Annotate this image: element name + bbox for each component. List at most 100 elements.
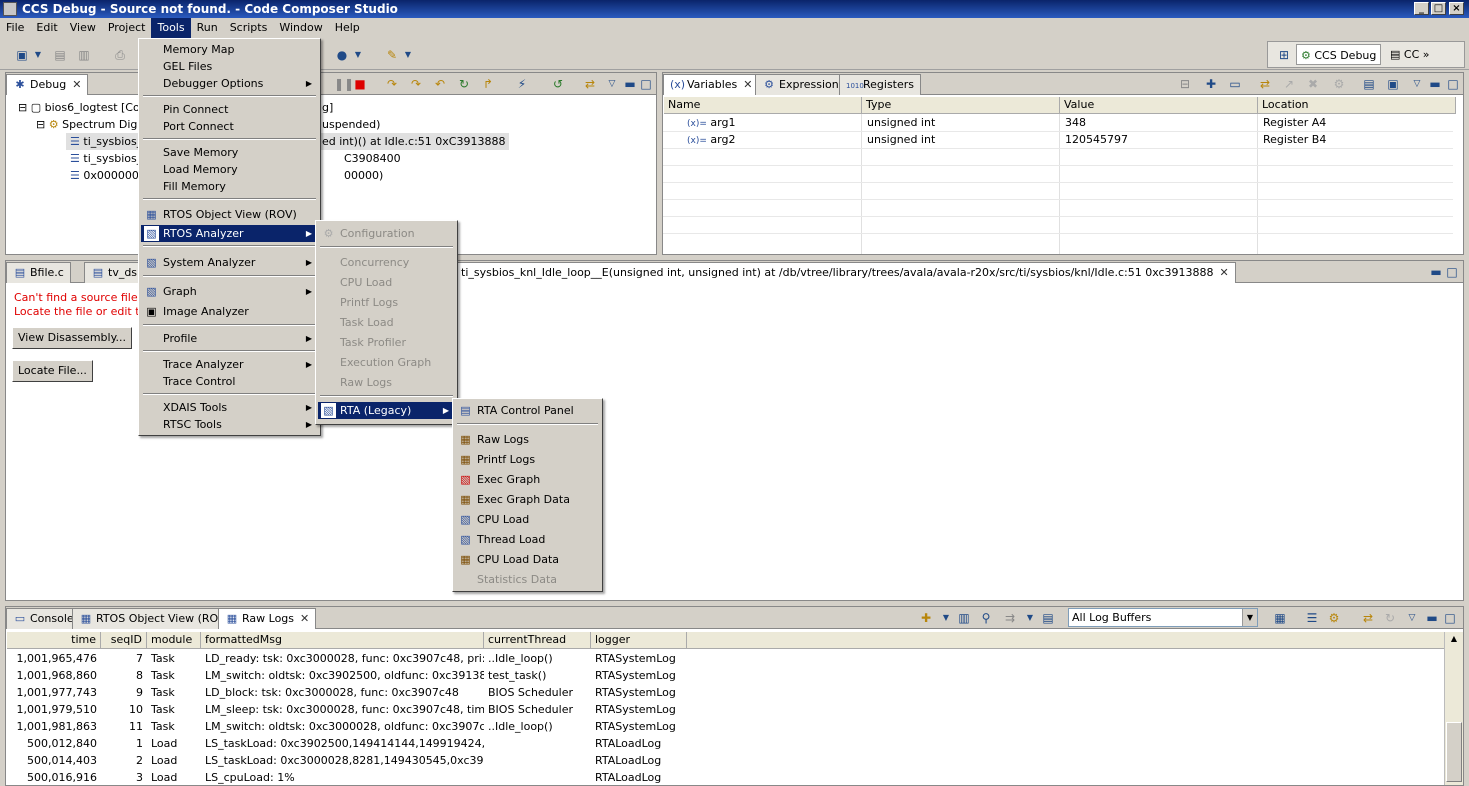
menu-item-rtsc-tools[interactable]: RTSC Tools ▶ bbox=[141, 416, 318, 433]
filter-dropdown-icon[interactable]: ▼ bbox=[1022, 610, 1038, 626]
tab-bfile[interactable]: ▤ Bfile.c bbox=[6, 262, 71, 283]
tab-rov[interactable]: ▦ RTOS Object View (ROV) bbox=[72, 608, 237, 629]
new-view-icon[interactable]: ▣ bbox=[1385, 76, 1401, 92]
find-icon[interactable]: ⚲ bbox=[978, 610, 994, 626]
menu-item-memory-map[interactable]: Memory Map bbox=[141, 41, 318, 58]
tab-console[interactable]: ▭ Console bbox=[6, 608, 81, 629]
menu-item-graph[interactable]: ▧ Graph ▶ bbox=[141, 283, 318, 300]
disabled-icon-b[interactable]: ⚙ bbox=[1331, 76, 1347, 92]
log-buffer-select[interactable]: All Log Buffers ▼ bbox=[1068, 608, 1258, 627]
col-type[interactable]: Type bbox=[862, 97, 1060, 114]
menu-item-port-connect[interactable]: Port Connect bbox=[141, 118, 318, 135]
menu-item-rov[interactable]: ▦ RTOS Object View (ROV) bbox=[141, 206, 318, 223]
print-icon[interactable]: ⎙ bbox=[112, 47, 128, 63]
perspective-cc[interactable]: ▤ CC » bbox=[1386, 44, 1434, 65]
minimize-button[interactable]: _ bbox=[1414, 2, 1429, 15]
close-tab-icon[interactable]: ✕ bbox=[72, 78, 81, 91]
col-name[interactable]: Name bbox=[664, 97, 862, 114]
restart-icon[interactable]: ↺ bbox=[550, 76, 566, 92]
rta-item-raw-logs[interactable]: ▦ Raw Logs bbox=[455, 431, 600, 448]
submenu-item-rta-legacy[interactable]: ▧ RTA (Legacy) ▶ bbox=[318, 402, 455, 419]
menu-item-rtos-analyzer[interactable]: ▧ RTOS Analyzer ▶ bbox=[141, 225, 318, 242]
tree-item-logtest[interactable]: ⊟ ▢ bios6_logtest [Coc bbox=[14, 99, 150, 116]
open-perspective-icon[interactable]: ⊞ bbox=[1276, 47, 1292, 63]
table-row[interactable]: 1,001,968,860 8 Task LM_switch: oldtsk: 0xc… bbox=[6, 667, 1443, 684]
options-icon[interactable]: ⚙ bbox=[1326, 610, 1342, 626]
view-disassembly-button[interactable]: View Disassembly... bbox=[12, 327, 133, 349]
rta-item-thread-load[interactable]: ▧ Thread Load bbox=[455, 531, 600, 548]
table-row[interactable]: 1,001,981,863 11 Task LM_switch: oldtsk: 0x… bbox=[6, 718, 1443, 735]
perspective-ccs-debug[interactable]: ⚙ CCS Debug bbox=[1296, 44, 1382, 65]
menu-help[interactable]: Help bbox=[329, 18, 366, 38]
var-row-1-name[interactable]: (x)= arg2 bbox=[683, 131, 739, 148]
table-row[interactable]: 1,001,965,476 7 Task LD_ready: tsk: 0xc3000… bbox=[6, 650, 1443, 667]
maximize-view-icon[interactable]: □ bbox=[638, 76, 654, 92]
menu-item-image-analyzer[interactable]: ▣ Image Analyzer bbox=[141, 303, 318, 320]
tree-item-frame-0[interactable]: ☰ ti_sysbios_ bbox=[66, 133, 147, 150]
rta-item-exec-graph-data[interactable]: ▦ Exec Graph Data bbox=[455, 491, 600, 508]
menu-view[interactable]: View bbox=[64, 18, 102, 38]
tab-expressions[interactable]: ⚙ Expressions bbox=[755, 74, 852, 95]
assembly-step-icon[interactable]: ↻ bbox=[456, 76, 472, 92]
debug-dropdown-icon[interactable]: ▼ bbox=[350, 47, 366, 63]
maximize-editor-icon[interactable]: □ bbox=[1444, 264, 1460, 280]
menu-item-system-analyzer[interactable]: ▧ System Analyzer ▶ bbox=[141, 254, 318, 271]
columns-icon[interactable]: ▥ bbox=[956, 610, 972, 626]
submenu-item-cpu-load[interactable]: CPU Load bbox=[318, 274, 455, 291]
tree-item-spectrum[interactable]: ⊟ ⚙ Spectrum Digit bbox=[32, 116, 149, 133]
table-settings-icon[interactable]: ▦ bbox=[1272, 610, 1288, 626]
pin-icon[interactable]: ▤ bbox=[1361, 76, 1377, 92]
table-row[interactable]: 500,016,916 3 Load LS_cpuLoad: 1% RTALoadLog bbox=[6, 769, 1443, 786]
col-currentthread[interactable]: currentThread bbox=[484, 632, 591, 649]
submenu-item-concurrency[interactable]: Concurrency bbox=[318, 254, 455, 271]
menu-item-save-memory[interactable]: Save Memory bbox=[141, 144, 318, 161]
submenu-item-configuration[interactable]: ⚙ Configuration bbox=[318, 225, 455, 242]
filter-icon[interactable]: ⇉ bbox=[1002, 610, 1018, 626]
rta-item-cpu-load[interactable]: ▧ CPU Load bbox=[455, 511, 600, 528]
maximize-button[interactable]: □ bbox=[1431, 2, 1446, 15]
col-logger[interactable]: logger bbox=[591, 632, 687, 649]
menu-run[interactable]: Run bbox=[191, 18, 224, 38]
close-tab-icon[interactable]: ✕ bbox=[743, 78, 752, 91]
refresh-icon[interactable]: ⇄ bbox=[1257, 76, 1273, 92]
menu-item-trace-analyzer[interactable]: Trace Analyzer ▶ bbox=[141, 356, 318, 373]
connect-icon[interactable]: ⇄ bbox=[582, 76, 598, 92]
col-module[interactable]: module bbox=[147, 632, 201, 649]
col-time[interactable]: time bbox=[7, 632, 101, 649]
new-dropdown-icon[interactable]: ▼ bbox=[30, 47, 46, 63]
menu-item-xdais-tools[interactable]: XDAIS Tools ▶ bbox=[141, 399, 318, 416]
save-icon[interactable]: ▤ bbox=[52, 47, 68, 63]
close-window-button[interactable]: × bbox=[1449, 2, 1464, 15]
maximize-view-icon[interactable]: □ bbox=[1445, 76, 1461, 92]
menu-item-profile[interactable]: Profile ▶ bbox=[141, 330, 318, 347]
lock-icon[interactable]: ▤ bbox=[1040, 610, 1056, 626]
tab-raw-logs[interactable]: ▦ Raw Logs ✕ bbox=[218, 608, 317, 629]
collapse-all-icon[interactable]: ⊟ bbox=[1177, 76, 1193, 92]
sync-icon[interactable]: ⇄ bbox=[1360, 610, 1376, 626]
submenu-item-raw-logs[interactable]: Raw Logs bbox=[318, 374, 455, 391]
add-icon[interactable]: ✚ bbox=[918, 610, 934, 626]
rta-item-statistics-data[interactable]: Statistics Data bbox=[455, 571, 600, 588]
tools-dropdown-icon[interactable]: ▼ bbox=[400, 47, 416, 63]
close-tab-icon[interactable]: ✕ bbox=[1220, 266, 1229, 279]
tree-item-frame-1[interactable]: ☰ ti_sysbios_ bbox=[66, 150, 146, 167]
step-return-icon[interactable]: ↶ bbox=[432, 76, 448, 92]
rta-item-printf-logs[interactable]: ▦ Printf Logs bbox=[455, 451, 600, 468]
add-watch-icon[interactable]: ✚ bbox=[1203, 76, 1219, 92]
table-row[interactable]: 500,014,403 2 Load LS_taskLoad: 0xc3000028,… bbox=[6, 752, 1443, 769]
scroll-up-icon[interactable]: ▲ bbox=[1447, 634, 1461, 646]
step-into-icon[interactable]: ↷ bbox=[384, 76, 400, 92]
list-icon[interactable]: ☰ bbox=[1304, 610, 1320, 626]
minimize-view-icon[interactable]: ▬ bbox=[622, 76, 638, 92]
var-row-0-name[interactable]: (x)= arg1 bbox=[683, 114, 739, 131]
menu-edit[interactable]: Edit bbox=[30, 18, 63, 38]
var-row-1-value[interactable]: 120545797 bbox=[1061, 131, 1132, 148]
view-menu-icon[interactable]: ▽ bbox=[604, 76, 620, 92]
col-location[interactable]: Location bbox=[1258, 97, 1456, 114]
minimize-editor-icon[interactable]: ▬ bbox=[1428, 264, 1444, 280]
table-row[interactable]: 1,001,977,743 9 Task LD_block: tsk: 0xc3000… bbox=[6, 684, 1443, 701]
close-tab-icon[interactable]: ✕ bbox=[300, 612, 309, 625]
debug-icon[interactable]: ● bbox=[334, 47, 350, 63]
col-formattedmsg[interactable]: formattedMsg bbox=[201, 632, 484, 649]
step-over-icon[interactable]: ↷ bbox=[408, 76, 424, 92]
